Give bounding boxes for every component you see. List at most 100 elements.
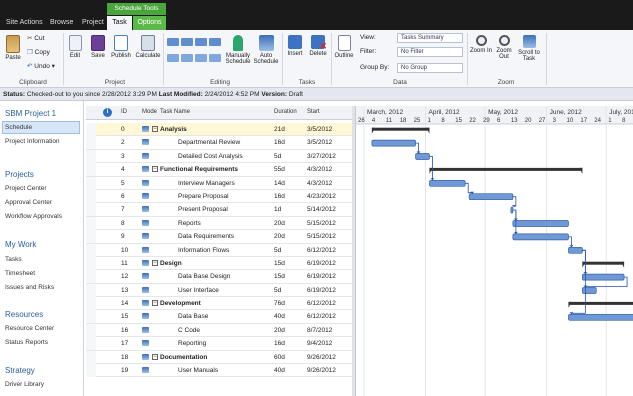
- task-name[interactable]: Present Proposal: [160, 203, 228, 216]
- task-duration[interactable]: 20d: [274, 217, 285, 230]
- row-selector[interactable]: [86, 297, 96, 311]
- collapse-icon[interactable]: −: [152, 259, 158, 266]
- nav-item-workflow-approvals[interactable]: Workflow Approvals: [5, 213, 62, 220]
- row-selector[interactable]: [86, 230, 96, 244]
- nav-item-tasks[interactable]: Tasks: [5, 256, 22, 263]
- nav-item-schedule[interactable]: Schedule: [5, 124, 32, 131]
- task-start[interactable]: 4/23/2012: [307, 190, 336, 203]
- nav-heading-strategy[interactable]: Strategy: [5, 366, 35, 375]
- zoom-out-button[interactable]: Zoom Out: [493, 35, 515, 60]
- task-start[interactable]: 9/26/2012: [307, 364, 336, 377]
- delete-button[interactable]: ✕ Delete: [307, 35, 329, 57]
- col-header-mode[interactable]: Mode: [142, 109, 157, 115]
- task-duration[interactable]: 16d: [274, 337, 285, 350]
- row-selector[interactable]: [86, 149, 96, 163]
- task-duration[interactable]: 5d: [274, 244, 281, 257]
- task-name[interactable]: Data Base Design: [160, 270, 230, 283]
- task-name[interactable]: User Manuals: [160, 364, 218, 377]
- task-name[interactable]: Information Flows: [160, 244, 229, 257]
- row-selector[interactable]: [86, 323, 96, 337]
- task-duration[interactable]: 40d: [274, 364, 285, 377]
- task-start[interactable]: 5/15/2012: [307, 217, 336, 230]
- table-row[interactable]: 12 Data Base Design 15d 6/19/2012: [86, 270, 352, 284]
- inactivate-icon[interactable]: [209, 54, 221, 62]
- task-start[interactable]: 3/27/2012: [307, 150, 336, 163]
- view-dropdown[interactable]: Tasks Summary: [397, 33, 463, 43]
- task-name[interactable]: Functional Requirements: [160, 163, 238, 176]
- task-duration[interactable]: 20d: [274, 324, 285, 337]
- col-header-start[interactable]: Start: [307, 109, 320, 115]
- table-row[interactable]: 13 User Interface 5d 6/19/2012: [86, 283, 352, 298]
- row-selector[interactable]: [86, 189, 96, 203]
- task-start[interactable]: 6/19/2012: [307, 270, 336, 283]
- row-selector[interactable]: [86, 136, 96, 150]
- collapse-icon[interactable]: −: [152, 300, 158, 307]
- task-start[interactable]: 4/3/2012: [307, 163, 332, 176]
- task-start[interactable]: 3/5/2012: [307, 136, 332, 149]
- task-name[interactable]: Data Base: [160, 310, 208, 323]
- row-selector[interactable]: [86, 337, 96, 351]
- task-name[interactable]: Development: [160, 297, 201, 310]
- row-selector[interactable]: [86, 203, 96, 217]
- task-start[interactable]: 8/7/2012: [307, 324, 332, 337]
- tab-options[interactable]: Options: [133, 16, 166, 30]
- task-name[interactable]: Detailed Cost Analysis: [160, 150, 243, 163]
- table-row[interactable]: 5 Interview Managers 14d 4/3/2012: [86, 176, 352, 190]
- row-selector[interactable]: [86, 364, 96, 378]
- row-selector[interactable]: [86, 176, 96, 190]
- move-down-icon[interactable]: [181, 54, 193, 62]
- task-duration[interactable]: 5d: [274, 150, 281, 163]
- calculate-button[interactable]: Calculate: [134, 35, 162, 59]
- site-actions-menu[interactable]: Site Actions ▾: [2, 16, 48, 40]
- table-row[interactable]: 11 Design 15d 6/19/2012 −: [86, 256, 352, 271]
- split-task-icon[interactable]: [195, 54, 207, 62]
- task-duration[interactable]: 15d: [274, 270, 285, 283]
- row-selector[interactable]: [86, 163, 96, 177]
- row-selector[interactable]: [86, 350, 96, 364]
- task-name[interactable]: Departmental Review: [160, 136, 240, 149]
- row-selector[interactable]: [86, 310, 96, 324]
- task-name[interactable]: Reports: [160, 217, 201, 230]
- row-selector[interactable]: [86, 243, 96, 257]
- task-start[interactable]: 5/14/2012: [307, 203, 336, 216]
- task-duration[interactable]: 20d: [274, 230, 285, 243]
- collapse-icon[interactable]: −: [152, 166, 158, 173]
- copy-button[interactable]: ❐ Copy: [27, 48, 50, 56]
- task-start[interactable]: 9/4/2012: [307, 337, 332, 350]
- indent-icon[interactable]: [195, 38, 207, 46]
- table-row[interactable]: 0 Analysis 21d 3/5/2012 −: [86, 123, 352, 137]
- manually-schedule-button[interactable]: Manually Schedule: [224, 35, 252, 65]
- task-start[interactable]: 6/12/2012: [307, 244, 336, 257]
- task-start[interactable]: 4/3/2012: [307, 177, 332, 190]
- nav-heading-resources[interactable]: Resources: [5, 310, 43, 319]
- col-header-task-name[interactable]: Task Name: [160, 109, 190, 115]
- col-header-duration[interactable]: Duration: [274, 109, 297, 115]
- task-name[interactable]: Design: [160, 257, 182, 270]
- table-row[interactable]: 16 C Code 20d 8/7/2012: [86, 323, 352, 338]
- task-name[interactable]: C Code: [160, 324, 200, 337]
- nav-project-title[interactable]: SBM Project 1: [5, 109, 56, 118]
- nav-item-driver-library[interactable]: Driver Library: [5, 381, 44, 388]
- task-name[interactable]: Prepare Proposal: [160, 190, 229, 203]
- task-name[interactable]: Data Requirements: [160, 230, 234, 243]
- task-name[interactable]: Interview Managers: [160, 177, 235, 190]
- task-duration[interactable]: 76d: [274, 297, 285, 310]
- task-start[interactable]: 6/19/2012: [307, 284, 336, 297]
- task-start[interactable]: 3/5/2012: [307, 123, 332, 136]
- paste-button[interactable]: Paste: [3, 35, 23, 61]
- unlink-tasks-icon[interactable]: [181, 38, 193, 46]
- task-name[interactable]: Reporting: [160, 337, 206, 350]
- table-row[interactable]: 9 Data Requirements 20d 5/15/2012: [86, 230, 352, 244]
- collapse-icon[interactable]: −: [152, 126, 158, 132]
- nav-item-timesheet[interactable]: Timesheet: [5, 270, 35, 277]
- task-name[interactable]: User Interface: [160, 284, 219, 297]
- table-row[interactable]: 2 Departmental Review 16d 3/5/2012: [86, 136, 352, 150]
- task-duration[interactable]: 5d: [274, 284, 281, 297]
- nav-item-status-reports[interactable]: Status Reports: [5, 339, 48, 346]
- nav-item-project-information[interactable]: Project Information: [5, 138, 60, 145]
- tab-project[interactable]: Project: [78, 16, 106, 30]
- task-duration[interactable]: 21d: [274, 123, 285, 136]
- outline-button[interactable]: Outline: [333, 35, 355, 59]
- auto-schedule-button[interactable]: Auto Schedule: [252, 35, 280, 65]
- row-selector[interactable]: [86, 270, 96, 284]
